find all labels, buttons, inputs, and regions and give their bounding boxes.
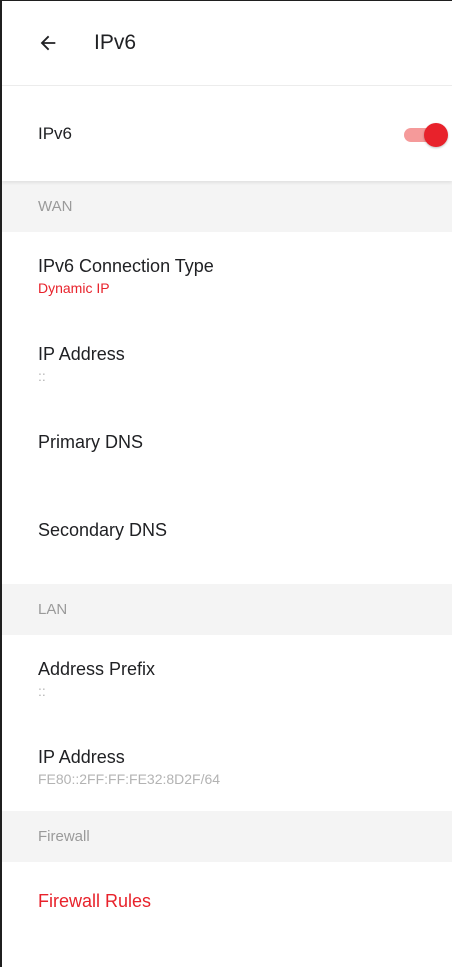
- ipv6-switch[interactable]: [404, 122, 448, 147]
- wan-connection-type-item[interactable]: IPv6 Connection Type Dynamic IP: [2, 232, 452, 320]
- wan-primary-dns-value: [38, 455, 452, 473]
- lan-ip-address-item[interactable]: IP Address FE80::2FF:FF:FE32:8D2F/64: [2, 723, 452, 811]
- back-button[interactable]: [28, 23, 68, 63]
- ipv6-toggle-label: IPv6: [38, 123, 73, 143]
- wan-primary-dns-item[interactable]: Primary DNS: [2, 408, 452, 496]
- section-header-firewall: Firewall: [2, 811, 452, 862]
- wan-primary-dns-title: Primary DNS: [38, 432, 144, 452]
- wan-ip-address-item[interactable]: IP Address ::: [2, 320, 452, 408]
- wan-secondary-dns-value: [38, 543, 452, 561]
- switch-thumb: [424, 122, 448, 147]
- ipv6-settings-screen: IPv6 IPv6 WAN IPv6 Connection Type Dynam…: [0, 0, 452, 967]
- wan-ip-address-title: IP Address: [38, 344, 125, 364]
- lan-ip-address-title: IP Address: [38, 747, 125, 767]
- wan-ip-address-value: ::: [38, 368, 46, 384]
- lan-address-prefix-item[interactable]: Address Prefix ::: [2, 635, 452, 723]
- lan-ip-address-value: FE80::2FF:FF:FE32:8D2F/64: [38, 771, 221, 787]
- firewall-rules-link[interactable]: Firewall Rules: [38, 891, 452, 912]
- wan-secondary-dns-title: Secondary DNS: [38, 520, 168, 540]
- wan-connection-type-value: Dynamic IP: [38, 280, 110, 296]
- section-header-lan: LAN: [2, 584, 452, 635]
- firewall-rules-item[interactable]: Firewall Rules: [2, 862, 452, 940]
- section-header-wan: WAN: [2, 181, 452, 232]
- app-bar: IPv6: [2, 1, 452, 86]
- wan-secondary-dns-item[interactable]: Secondary DNS: [2, 496, 452, 584]
- wan-connection-type-title: IPv6 Connection Type: [38, 256, 214, 276]
- lan-address-prefix-title: Address Prefix: [38, 659, 156, 679]
- page-title: IPv6: [94, 31, 137, 54]
- lan-address-prefix-value: ::: [38, 683, 46, 699]
- arrow-left-icon: [40, 35, 56, 51]
- ipv6-toggle-row[interactable]: IPv6: [2, 86, 452, 181]
